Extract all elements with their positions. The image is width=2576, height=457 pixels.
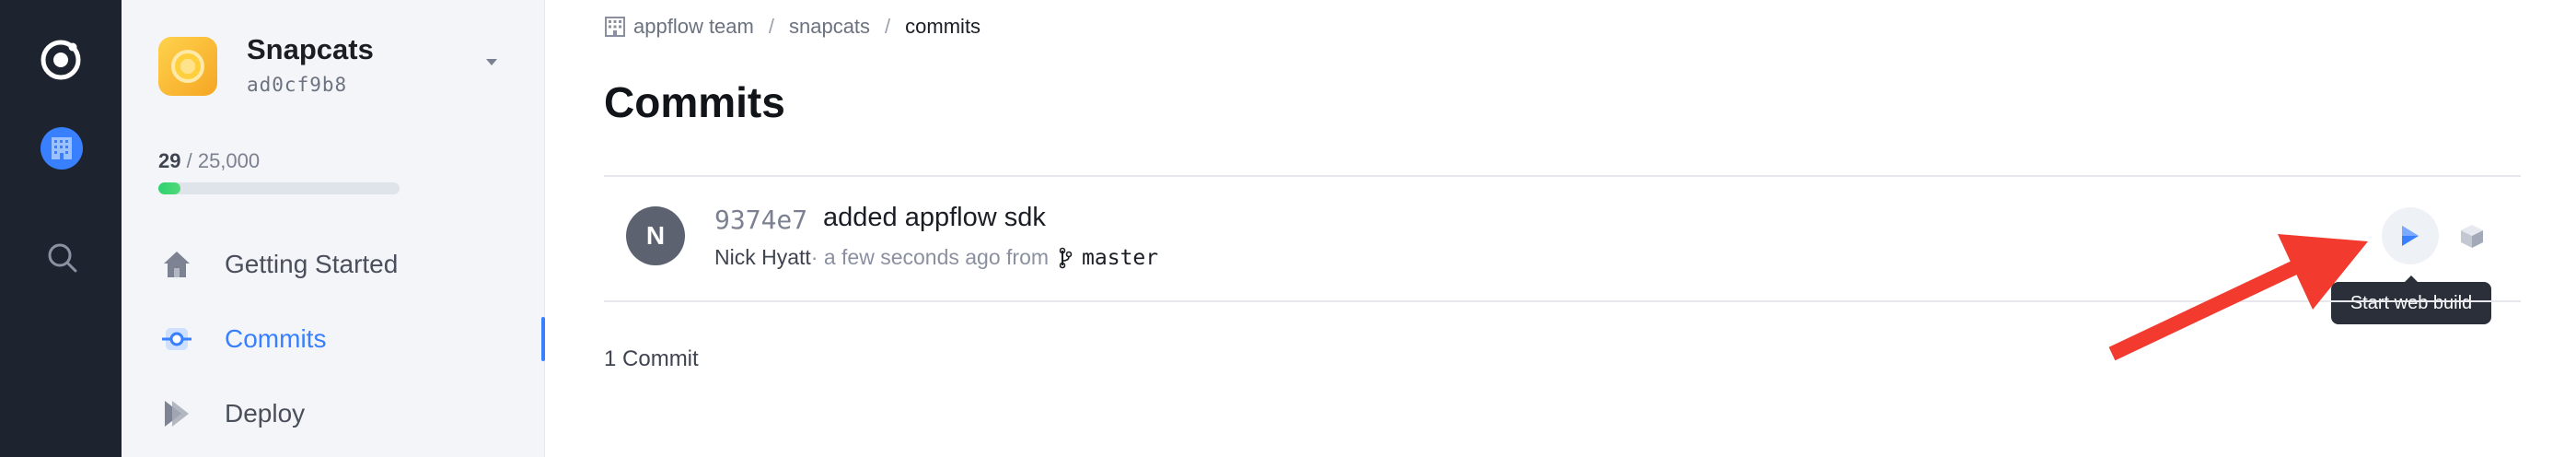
app-sidebar: Snapcats ad0cf9b8 29 / 25,000 Getting St… bbox=[122, 0, 545, 457]
commit-count: 1 Commit bbox=[604, 346, 699, 371]
home-icon bbox=[158, 246, 195, 283]
usage-progress-fill bbox=[158, 182, 180, 194]
commit-sha[interactable]: 9374e7 bbox=[714, 205, 807, 235]
start-web-build-button[interactable] bbox=[2382, 207, 2439, 264]
usage-separator: / bbox=[180, 149, 198, 172]
page-title: Commits bbox=[604, 78, 785, 126]
breadcrumb-separator: / bbox=[885, 15, 891, 38]
app-name[interactable]: Snapcats bbox=[247, 33, 374, 66]
organization-building-icon bbox=[604, 16, 626, 38]
usage-counter: 29 / 25,000 bbox=[158, 149, 260, 173]
ionic-logo-icon[interactable] bbox=[38, 37, 84, 83]
annotation-arrow-icon bbox=[2108, 234, 2368, 361]
sidebar-item-label: Getting Started bbox=[225, 250, 399, 278]
usage-limit: 25,000 bbox=[197, 149, 261, 172]
sidebar-item-getting-started[interactable]: Getting Started bbox=[158, 241, 398, 287]
icon-rail bbox=[0, 0, 122, 457]
commit-meta: Nick Hyatt · a few seconds ago from mast… bbox=[714, 245, 1158, 270]
breadcrumb-current: commits bbox=[905, 15, 981, 38]
commit-author: Nick Hyatt bbox=[714, 245, 811, 269]
sidebar-item-label: Commits bbox=[225, 324, 327, 353]
commit-message: added appflow sdk bbox=[823, 203, 1046, 232]
breadcrumb: appflow team / snapcats / commits bbox=[604, 15, 981, 39]
git-branch-icon bbox=[1058, 247, 1073, 269]
commit-time: · a few seconds ago from bbox=[810, 245, 1050, 269]
sidebar-item-commits[interactable]: Commits bbox=[158, 316, 326, 362]
organization-building-icon[interactable] bbox=[41, 127, 83, 170]
sidebar-item-label: Deploy bbox=[225, 399, 306, 428]
usage-used: 29 bbox=[158, 149, 181, 172]
app-id: ad0cf9b8 bbox=[247, 74, 348, 96]
app-switcher-chevron-down-icon[interactable] bbox=[486, 59, 497, 65]
app-icon[interactable] bbox=[158, 37, 217, 96]
search-icon[interactable] bbox=[44, 240, 81, 276]
start-native-build-button[interactable] bbox=[2443, 207, 2501, 264]
commit-branch[interactable]: master bbox=[1082, 246, 1158, 270]
commit-icon bbox=[158, 321, 195, 357]
sidebar-item-deploy[interactable]: Deploy bbox=[158, 391, 305, 437]
usage-progress-bar bbox=[158, 182, 400, 194]
avatar: N bbox=[626, 206, 685, 265]
play-icon bbox=[2402, 226, 2419, 246]
active-nav-indicator bbox=[541, 317, 545, 361]
app-icon-glyph bbox=[171, 50, 204, 83]
cube-icon bbox=[2461, 225, 2483, 248]
breadcrumb-team-link[interactable]: appflow team bbox=[633, 15, 754, 39]
breadcrumb-separator: / bbox=[768, 15, 774, 38]
breadcrumb-app-link[interactable]: snapcats bbox=[789, 15, 870, 39]
deploy-icon bbox=[158, 395, 195, 432]
